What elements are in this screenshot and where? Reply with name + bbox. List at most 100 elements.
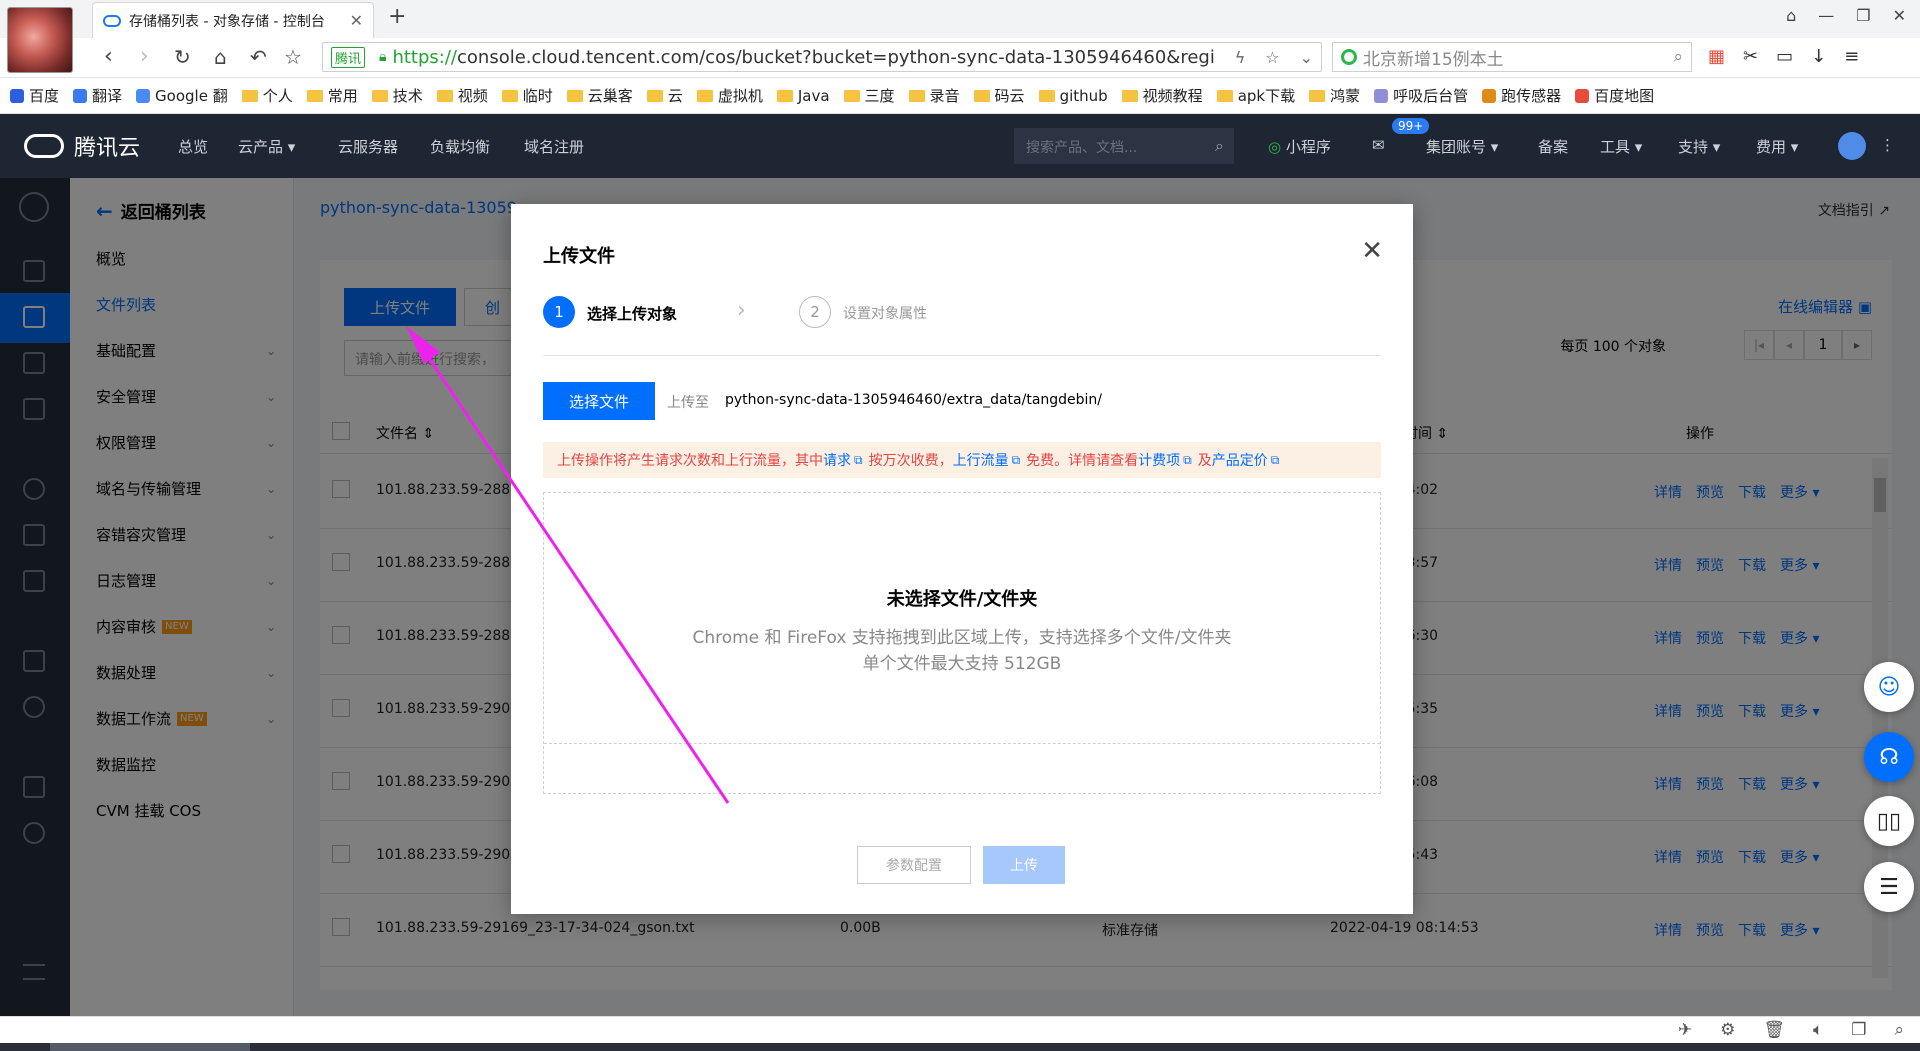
nav-support[interactable]: 支持 ▾ xyxy=(1678,136,1720,157)
bookmark-item[interactable]: 云 xyxy=(646,85,683,106)
back-icon[interactable]: ‹ xyxy=(104,44,113,70)
bookmark-item[interactable]: 码云 xyxy=(973,85,1025,106)
notice-text-1: 上传操作将产生请求次数和上行流量，其中 xyxy=(557,453,823,469)
scissors-icon[interactable]: ✂ xyxy=(1743,46,1758,67)
file-drop-zone[interactable]: 未选择文件/文件夹 Chrome 和 FireFox 支持拖拽到此区域上传，支持… xyxy=(543,492,1381,794)
console-search-input[interactable]: 搜索产品、文档... ⌕ xyxy=(1014,128,1234,164)
bookmark-item[interactable]: 鸿蒙 xyxy=(1309,85,1360,106)
trash-icon[interactable]: 🗑︎ xyxy=(1763,1020,1785,1040)
skin-icon[interactable]: ⌂ xyxy=(1786,6,1796,25)
download-icon[interactable]: ↓ xyxy=(1811,46,1826,67)
bookmark-item[interactable]: 跑传感器 xyxy=(1482,85,1561,106)
bookmark-item[interactable]: 翻译 xyxy=(73,85,122,106)
bookmark-label: 视频 xyxy=(457,87,488,105)
nav-miniprogram[interactable]: ◎ 小程序 xyxy=(1268,136,1331,157)
nav-domain[interactable]: 域名注册 xyxy=(524,136,584,157)
close-icon[interactable]: ✕ xyxy=(1361,238,1383,264)
bookmark-label: Google 翻 xyxy=(155,87,228,105)
reload-icon[interactable]: ↻ xyxy=(174,44,191,70)
mail-icon[interactable]: ✉ xyxy=(1372,136,1385,154)
pin-icon[interactable]: ✈ xyxy=(1678,1020,1692,1040)
customer-service-icon[interactable]: ☊ xyxy=(1864,732,1914,782)
nav-overview[interactable]: 总览 xyxy=(178,136,208,157)
apps-icon[interactable]: ▦ xyxy=(1708,46,1725,67)
browser-search-box[interactable]: 北京新增15例本土 ⌕ xyxy=(1332,42,1692,72)
minimize-icon[interactable]: — xyxy=(1818,6,1834,25)
list-icon[interactable]: ☰ xyxy=(1864,862,1914,912)
search-icon[interactable]: ⌕ xyxy=(1215,136,1224,156)
bookmark-item[interactable]: 百度 xyxy=(10,85,59,106)
request-link[interactable]: 请求 xyxy=(823,450,851,470)
drop-zone-hint: Chrome 和 FireFox 支持拖拽到此区域上传，支持选择多个文件/文件夹 xyxy=(692,628,1232,648)
bookmark-item[interactable]: 技术 xyxy=(371,85,423,106)
bookmark-item[interactable]: 呼吸后台管 xyxy=(1374,85,1468,106)
pricing-link[interactable]: 产品定价 xyxy=(1212,450,1268,470)
nav-tools[interactable]: 工具 ▾ xyxy=(1600,136,1642,157)
bookmark-label: apk下载 xyxy=(1237,87,1296,105)
select-file-button[interactable]: 选择文件 xyxy=(543,382,655,420)
bookmark-item[interactable]: 三度 xyxy=(843,85,895,106)
bookmark-item[interactable]: 临时 xyxy=(501,85,553,106)
cert-badge: 腾讯 xyxy=(331,46,366,68)
smile-assistant-icon[interactable]: ☺ xyxy=(1864,662,1914,712)
zoom-icon[interactable]: ⌕ xyxy=(1894,1020,1904,1040)
folder-icon xyxy=(241,89,258,102)
browser-tab[interactable]: 存储桶列表 - 对象存储 - 控制台 ✕ xyxy=(92,2,374,38)
bookmark-item[interactable]: 云巢客 xyxy=(566,85,633,106)
undo-icon[interactable]: ↶ xyxy=(250,44,267,70)
browser-status-bar: ✈ ⚙ 🗑︎ 🔈︎ ❐ ⌕ xyxy=(0,1016,1920,1043)
bookmark-label: github xyxy=(1059,86,1108,105)
close-tab-icon[interactable]: ✕ xyxy=(350,11,363,30)
external-link-icon: ⧉ xyxy=(1011,452,1021,467)
param-config-button[interactable]: 参数配置 xyxy=(857,846,971,884)
volume-icon[interactable]: 🔈︎ xyxy=(1813,1020,1823,1040)
bookmark-item[interactable]: github xyxy=(1038,86,1108,105)
upload-to-label: 上传至 xyxy=(667,395,709,411)
forward-icon[interactable]: › xyxy=(140,44,149,70)
bookmark-item[interactable]: 视频教程 xyxy=(1121,85,1203,106)
window-icon[interactable]: ❐ xyxy=(1851,1020,1866,1040)
bookmark-item[interactable]: 录音 xyxy=(908,85,960,106)
nav-billing[interactable]: 费用 ▾ xyxy=(1756,136,1798,157)
folder-icon xyxy=(1216,89,1233,102)
more-vert-icon[interactable]: ⋮ xyxy=(1880,136,1895,154)
accelerate-icon[interactable]: ⚙ xyxy=(1720,1020,1735,1040)
address-bar[interactable]: 腾讯 🔒︎ https://console.cloud.tencent.com/… xyxy=(322,42,1322,72)
url-text[interactable]: https://console.cloud.tencent.com/cos/bu… xyxy=(392,47,1226,68)
star-icon[interactable]: ☆ xyxy=(284,44,302,70)
new-tab-button[interactable]: + xyxy=(388,4,406,29)
nav-products[interactable]: 云产品 ▾ xyxy=(238,136,295,157)
bookmark-item[interactable]: apk下载 xyxy=(1216,85,1296,106)
tencent-cloud-logo[interactable]: 腾讯云 xyxy=(24,130,140,162)
bookmark-item[interactable]: 常用 xyxy=(306,85,358,106)
menu-icon[interactable]: ≡ xyxy=(1844,46,1859,67)
bookmark-item[interactable]: 个人 xyxy=(241,85,293,106)
nav-group-account[interactable]: 集团账号 ▾ xyxy=(1426,136,1498,157)
book-icon[interactable]: ▯▯ xyxy=(1864,796,1914,846)
upload-button[interactable]: 上传 xyxy=(983,846,1065,884)
bookmark-item[interactable]: Java xyxy=(776,87,830,105)
bookmark-star-icon[interactable]: ☆ xyxy=(1265,48,1279,67)
maximize-icon[interactable]: ❐ xyxy=(1856,6,1870,25)
battery-icon[interactable]: ▭ xyxy=(1776,46,1793,67)
bookmark-item[interactable]: 虚拟机 xyxy=(696,85,763,106)
taskbar-item[interactable] xyxy=(50,1043,250,1051)
dropdown-icon[interactable]: ⌄ xyxy=(1300,48,1313,67)
home-icon[interactable]: ⌂ xyxy=(214,44,227,70)
user-avatar[interactable] xyxy=(1838,132,1866,160)
nav-icp[interactable]: 备案 xyxy=(1538,136,1568,157)
bookmark-item[interactable]: 百度地图 xyxy=(1575,85,1654,106)
external-link-icon: ⧉ xyxy=(854,452,863,467)
search-engine-icon xyxy=(1341,49,1357,65)
nav-cvm[interactable]: 云服务器 xyxy=(338,136,398,157)
bookmark-item[interactable]: Google 翻 xyxy=(136,85,228,106)
bookmark-item[interactable]: 视频 xyxy=(436,85,488,106)
billing-item-link[interactable]: 计费项 xyxy=(1138,450,1180,470)
nav-clb[interactable]: 负载均衡 xyxy=(430,136,490,157)
search-icon[interactable]: ⌕ xyxy=(1673,47,1683,67)
lightning-icon[interactable]: ϟ xyxy=(1235,48,1246,67)
upstream-traffic-link[interactable]: 上行流量 xyxy=(953,450,1009,470)
profile-image[interactable] xyxy=(8,8,72,72)
notice-text-3: 免费。详情请查看 xyxy=(1026,453,1139,469)
close-window-icon[interactable]: ✕ xyxy=(1893,6,1906,25)
